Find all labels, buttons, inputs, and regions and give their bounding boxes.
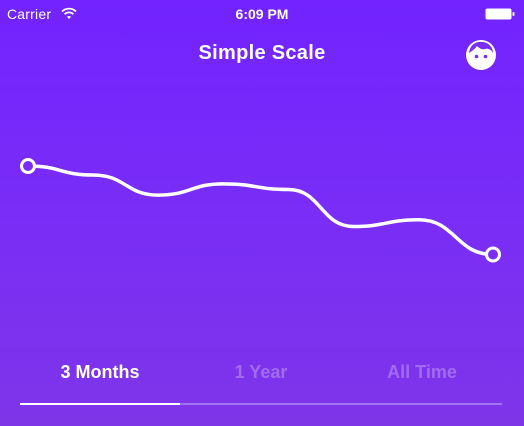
status-time: 6:09 PM [235,6,289,22]
series-line [26,164,495,257]
period-tabs: 3 Months 1 Year All Time [20,362,502,388]
tab-indicator [20,403,180,405]
start-point-marker [20,158,36,174]
page-title: Simple Scale [198,42,326,64]
tab-1-year[interactable]: 1 Year [181,362,341,383]
status-bar: Carrier 6:09 PM [0,0,524,30]
tab-track [20,403,502,405]
face-icon[interactable] [465,39,497,71]
battery-icon [485,8,515,20]
end-point-marker [485,246,501,263]
tab-all-time[interactable]: All Time [342,362,502,383]
tab-3-months[interactable]: 3 Months [20,362,180,383]
